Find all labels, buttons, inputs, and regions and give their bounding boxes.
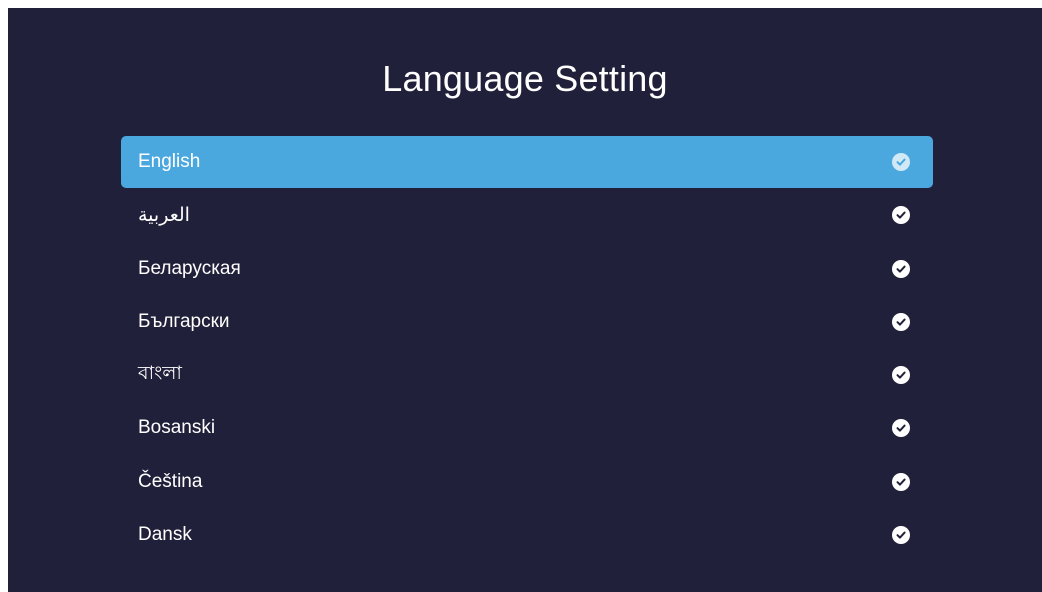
check-circle-icon bbox=[892, 153, 910, 171]
check-circle-icon bbox=[892, 419, 910, 438]
language-item-bengali[interactable]: বাংলা bbox=[121, 349, 933, 401]
language-item-danish[interactable]: Dansk bbox=[121, 509, 933, 561]
check-circle-icon bbox=[892, 206, 910, 225]
language-label: Dansk bbox=[138, 524, 192, 546]
language-item-bosnian[interactable]: Bosanski bbox=[121, 402, 933, 454]
language-item-english[interactable]: English bbox=[121, 136, 933, 188]
language-label: Čeština bbox=[138, 470, 203, 492]
check-circle-icon bbox=[892, 312, 910, 331]
language-label: Bosanski bbox=[138, 417, 216, 439]
check-circle-icon bbox=[892, 526, 910, 545]
language-label: English bbox=[138, 151, 201, 172]
page-title: Language Setting bbox=[382, 58, 668, 99]
language-item-bulgarian[interactable]: Български bbox=[121, 296, 933, 348]
language-list: English العربية Беларуская Български বাং bbox=[121, 136, 933, 562]
tv-screen: Language Setting English العربية Беларус… bbox=[8, 8, 1042, 592]
check-circle-icon bbox=[892, 259, 910, 278]
check-circle-icon bbox=[892, 472, 910, 491]
language-label: বাংলা bbox=[138, 363, 182, 385]
language-label: العربية bbox=[138, 204, 190, 226]
language-label: Български bbox=[138, 310, 230, 332]
language-item-belarusian[interactable]: Беларуская bbox=[121, 243, 933, 295]
language-item-czech[interactable]: Čeština bbox=[121, 456, 933, 508]
language-label: Беларуская bbox=[138, 257, 241, 279]
check-circle-icon bbox=[892, 366, 910, 385]
language-item-arabic[interactable]: العربية bbox=[121, 189, 933, 241]
